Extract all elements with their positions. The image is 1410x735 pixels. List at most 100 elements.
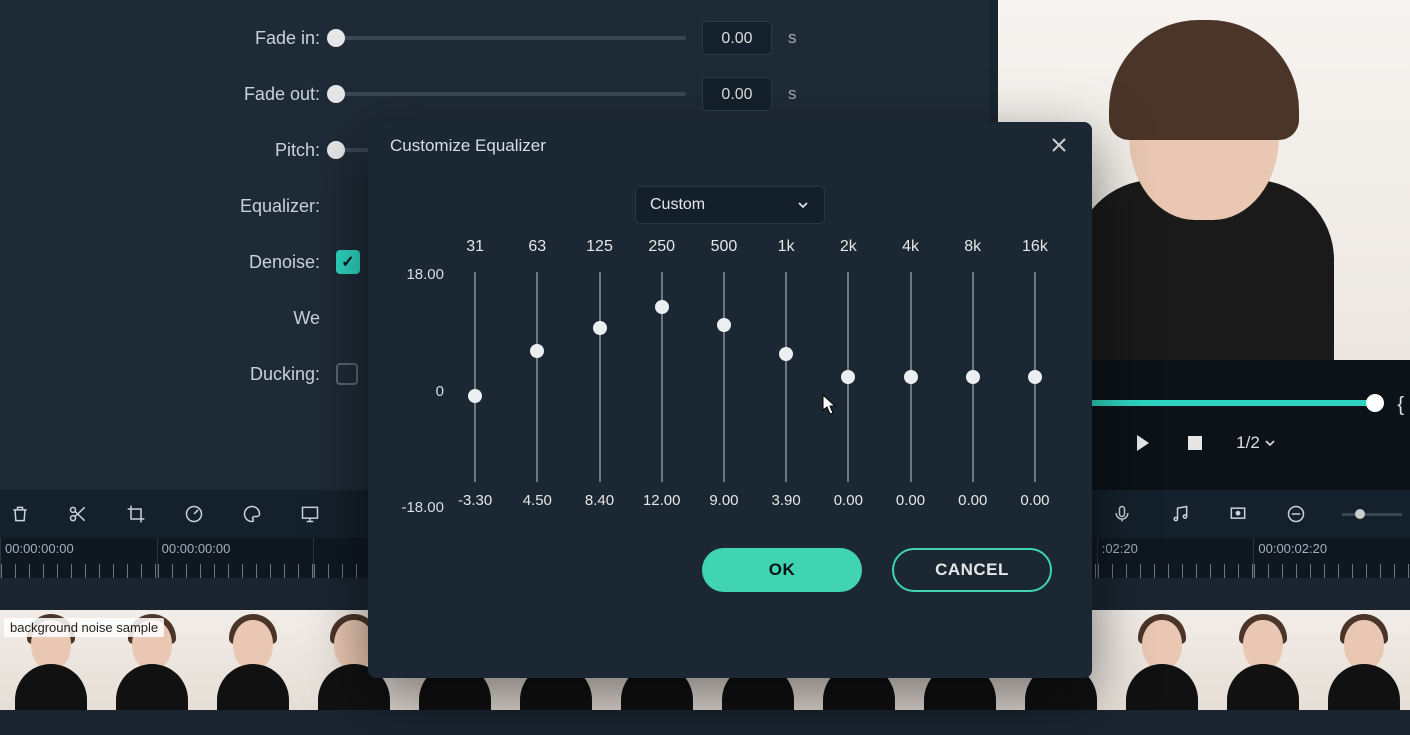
band-slider[interactable] xyxy=(474,272,476,482)
band-slider-thumb[interactable] xyxy=(966,370,980,384)
audio-label: We xyxy=(40,308,320,329)
audio-label: Equalizer: xyxy=(40,196,320,217)
band-value: 9.00 xyxy=(709,492,738,516)
ok-button[interactable]: OK xyxy=(702,548,862,592)
ruler-segment: :02:20 xyxy=(1097,538,1254,578)
clip-thumbnail[interactable] xyxy=(1313,610,1410,710)
audio-label: Fade in: xyxy=(40,28,320,49)
eq-band: 1k 3.90 xyxy=(755,238,817,516)
equalizer-dialog: Customize Equalizer Custom 18.00 0 -18.0… xyxy=(368,122,1092,678)
audio-label: Ducking: xyxy=(40,364,320,385)
eq-preset-label: Custom xyxy=(650,196,705,214)
ruler-segment: 00:00:00:00 xyxy=(0,538,157,578)
screen-icon[interactable] xyxy=(298,502,322,526)
band-slider-thumb[interactable] xyxy=(779,347,793,361)
brace-icon: { xyxy=(1397,394,1404,417)
slider[interactable] xyxy=(336,36,686,40)
marker-icon[interactable] xyxy=(1226,502,1250,526)
stop-button[interactable] xyxy=(1184,432,1206,454)
audio-row: Fade in: 0.00 s xyxy=(40,10,950,66)
eq-band: 31 -3.30 xyxy=(444,238,506,516)
band-slider[interactable] xyxy=(972,272,974,482)
band-slider[interactable] xyxy=(599,272,601,482)
band-value: 12.00 xyxy=(643,492,681,516)
band-slider-thumb[interactable] xyxy=(904,370,918,384)
band-value: -3.30 xyxy=(458,492,492,516)
clip-thumbnail[interactable] xyxy=(202,610,303,710)
band-slider[interactable] xyxy=(661,272,663,482)
band-freq-label: 250 xyxy=(648,238,675,268)
crop-icon[interactable] xyxy=(124,502,148,526)
unit-label: s xyxy=(788,28,808,48)
band-slider-thumb[interactable] xyxy=(841,370,855,384)
band-slider-thumb[interactable] xyxy=(1028,370,1042,384)
band-slider[interactable] xyxy=(723,272,725,482)
cancel-button[interactable]: CANCEL xyxy=(892,548,1052,592)
checkbox-checked-icon[interactable]: ✓ xyxy=(336,250,360,274)
value-field[interactable]: 0.00 xyxy=(702,21,772,55)
band-freq-label: 16k xyxy=(1022,238,1048,268)
band-freq-label: 125 xyxy=(586,238,613,268)
band-slider[interactable] xyxy=(1034,272,1036,482)
palette-icon[interactable] xyxy=(240,502,264,526)
eq-band: 250 12.00 xyxy=(631,238,693,516)
band-value: 0.00 xyxy=(1020,492,1049,516)
zoom-slider[interactable] xyxy=(1342,502,1402,526)
band-freq-label: 2k xyxy=(840,238,857,268)
value-field[interactable]: 0.00 xyxy=(702,77,772,111)
audio-label: Fade out: xyxy=(40,84,320,105)
scissors-icon[interactable] xyxy=(66,502,90,526)
speedometer-icon[interactable] xyxy=(182,502,206,526)
clip-thumbnail[interactable] xyxy=(1111,610,1212,710)
band-value: 3.90 xyxy=(772,492,801,516)
unit-label: s xyxy=(788,84,808,104)
band-slider[interactable] xyxy=(847,272,849,482)
eq-band: 16k 0.00 xyxy=(1004,238,1066,516)
dialog-title: Customize Equalizer xyxy=(390,136,546,156)
slider-thumb[interactable] xyxy=(327,141,345,159)
band-value: 8.40 xyxy=(585,492,614,516)
band-value: 0.00 xyxy=(834,492,863,516)
play-button[interactable] xyxy=(1132,432,1154,454)
mic-icon[interactable] xyxy=(1110,502,1134,526)
band-freq-label: 31 xyxy=(466,238,484,268)
band-slider-thumb[interactable] xyxy=(530,344,544,358)
ruler-segment: 00:00:02:20 xyxy=(1253,538,1410,578)
music-note-icon[interactable] xyxy=(1168,502,1192,526)
audio-label: Denoise: xyxy=(40,252,320,273)
eq-band: 500 9.00 xyxy=(693,238,755,516)
eq-preset-select[interactable]: Custom xyxy=(635,186,825,224)
band-slider[interactable] xyxy=(785,272,787,482)
close-icon[interactable] xyxy=(1050,136,1070,156)
eq-band: 8k 0.00 xyxy=(942,238,1004,516)
band-freq-label: 8k xyxy=(964,238,981,268)
band-slider[interactable] xyxy=(536,272,538,482)
band-slider-thumb[interactable] xyxy=(593,321,607,335)
zoom-out-icon[interactable] xyxy=(1284,502,1308,526)
band-value: 0.00 xyxy=(896,492,925,516)
eq-band: 4k 0.00 xyxy=(879,238,941,516)
eq-band: 125 8.40 xyxy=(568,238,630,516)
band-freq-label: 1k xyxy=(778,238,795,268)
band-slider-thumb[interactable] xyxy=(468,389,482,403)
band-freq-label: 63 xyxy=(528,238,546,268)
band-value: 0.00 xyxy=(958,492,987,516)
eq-axis: 18.00 0 -18.00 xyxy=(394,266,444,516)
band-slider-thumb[interactable] xyxy=(717,318,731,332)
slider-thumb[interactable] xyxy=(327,85,345,103)
slider-thumb[interactable] xyxy=(327,29,345,47)
ruler-segment: 00:00:00:00 xyxy=(157,538,314,578)
trash-icon[interactable] xyxy=(8,502,32,526)
eq-band: 2k 0.00 xyxy=(817,238,879,516)
band-value: 4.50 xyxy=(523,492,552,516)
band-freq-label: 4k xyxy=(902,238,919,268)
band-slider[interactable] xyxy=(910,272,912,482)
band-slider-thumb[interactable] xyxy=(655,300,669,314)
audio-row: Fade out: 0.00 s xyxy=(40,66,950,122)
slider[interactable] xyxy=(336,92,686,96)
checkbox-icon[interactable] xyxy=(336,363,358,385)
band-freq-label: 500 xyxy=(711,238,738,268)
clip-thumbnail[interactable] xyxy=(1212,610,1313,710)
clip-label: background noise sample xyxy=(4,618,164,637)
playback-speed[interactable]: 1/2 xyxy=(1236,433,1276,453)
